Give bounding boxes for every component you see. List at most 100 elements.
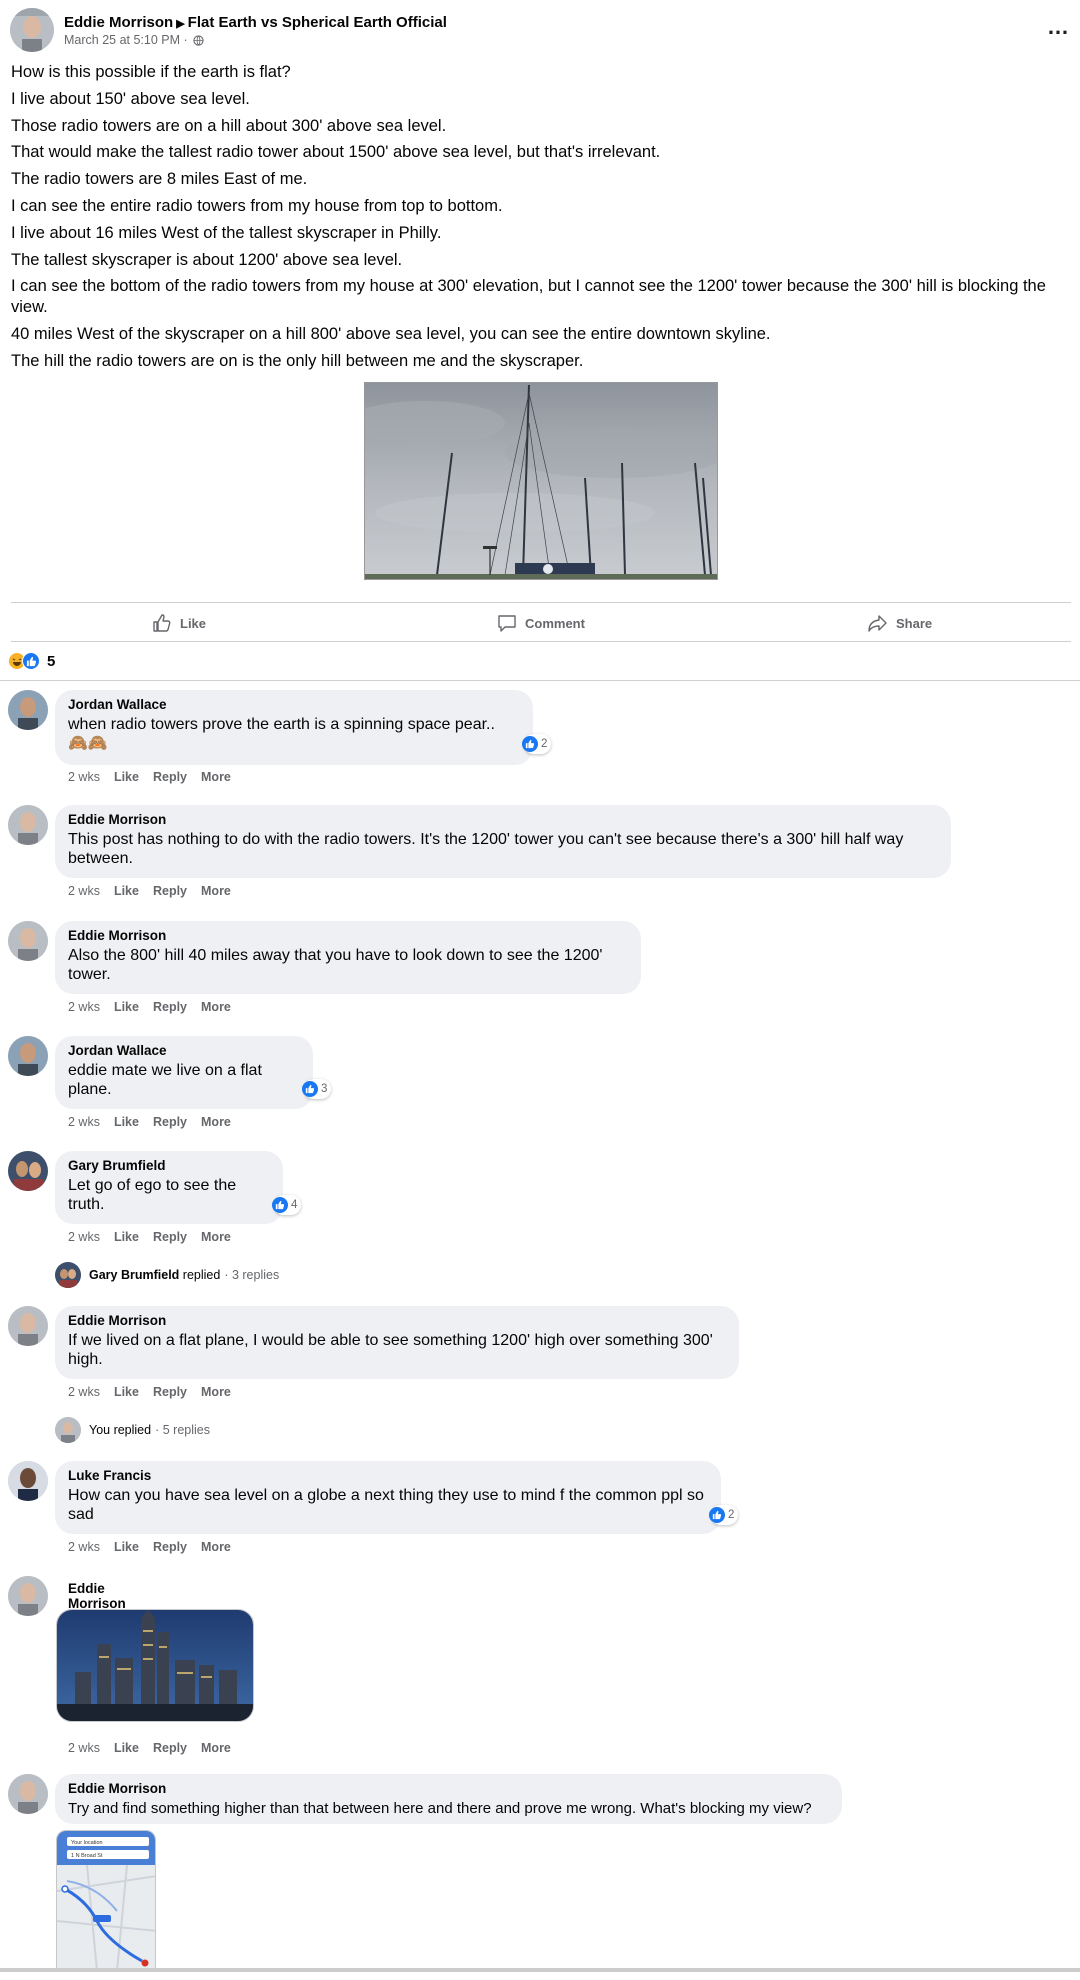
comment-like-link[interactable]: Like	[114, 1115, 139, 1129]
post-timestamp-row: March 25 at 5:10 PM ·	[64, 33, 204, 49]
comment-reply-link[interactable]: Reply	[153, 884, 187, 898]
post-body: How is this possible if the earth is fla…	[11, 62, 1061, 378]
comment-reply-link[interactable]: Reply	[153, 1115, 187, 1129]
commenter-avatar[interactable]	[8, 1576, 48, 1616]
comment-more-link[interactable]: More	[201, 1230, 231, 1244]
commenter-name[interactable]: Eddie Morrison	[68, 812, 937, 827]
commenter-name[interactable]: Gary Brumfield	[68, 1158, 269, 1173]
commenter-name[interactable]: Jordan Wallace	[68, 697, 519, 712]
post-paragraph: I can see the entire radio towers from m…	[11, 196, 503, 215]
comment-like-link[interactable]: Like	[114, 1540, 139, 1554]
comment-bubble: Eddie Morrison Also the 800' hill 40 mil…	[55, 921, 641, 994]
commenter-name[interactable]: Jordan Wallace	[68, 1043, 299, 1058]
commenter-name[interactable]: Eddie Morrison	[68, 1581, 126, 1611]
comment-reply-link[interactable]: Reply	[153, 1540, 187, 1554]
comment-more-link[interactable]: More	[201, 1385, 231, 1399]
reactions-summary[interactable]: 5	[8, 651, 55, 671]
comment-time[interactable]: 2 wks	[68, 1230, 100, 1244]
comment-time[interactable]: 2 wks	[68, 1115, 100, 1129]
comment-text: when radio towers prove the earth is a s…	[68, 716, 495, 733]
comment-time[interactable]: 2 wks	[68, 1385, 100, 1399]
comment-button[interactable]: Comment	[497, 613, 585, 633]
commenter-name[interactable]: Eddie Morrison	[68, 928, 627, 943]
comment-text: This post has nothing to do with the rad…	[68, 831, 904, 867]
comment-icon	[498, 615, 516, 632]
commenter-avatar[interactable]	[8, 690, 48, 730]
globe-icon	[193, 35, 204, 49]
reply-count: · 3 replies	[224, 1268, 280, 1282]
like-reaction-icon	[272, 1197, 288, 1213]
comment-like-link[interactable]: Like	[114, 770, 139, 784]
post-paragraph: I live about 150' above sea level.	[11, 89, 250, 108]
commenter-avatar[interactable]	[8, 921, 48, 961]
comment-time[interactable]: 2 wks	[68, 1000, 100, 1014]
post-paragraph: Those radio towers are on a hill about 3…	[11, 116, 447, 135]
comment-more-link[interactable]: More	[201, 1741, 231, 1755]
author-name[interactable]: Eddie Morrison	[64, 14, 173, 31]
like-reaction-icon	[709, 1507, 725, 1523]
map-origin-text: Your location	[71, 1840, 103, 1846]
comment-text: If we lived on a flat plane, I would be …	[68, 1332, 713, 1368]
post-paragraph: I can see the bottom of the radio towers…	[11, 277, 1046, 317]
comment-more-link[interactable]: More	[201, 1115, 231, 1129]
commenter-avatar[interactable]	[8, 1036, 48, 1076]
thumbs-up-icon	[153, 614, 171, 632]
share-button[interactable]: Share	[868, 613, 932, 633]
share-icon	[868, 615, 887, 632]
commenter-avatar[interactable]	[8, 1306, 48, 1346]
comment-reaction-badge[interactable]: 2	[522, 734, 552, 754]
skyline-photo[interactable]	[56, 1609, 254, 1722]
comment-like-link[interactable]: Like	[114, 884, 139, 898]
comment-meta: 2 wks Like Reply More	[68, 884, 245, 898]
comment-meta: 2 wks Like Reply More	[68, 770, 245, 784]
comment-more-link[interactable]: More	[201, 1540, 231, 1554]
comment-reply-link[interactable]: Reply	[153, 1000, 187, 1014]
replier-name: Gary Brumfield	[89, 1268, 180, 1282]
comment-reply-link[interactable]: Reply	[153, 1741, 187, 1755]
comment-like-link[interactable]: Like	[114, 1385, 139, 1399]
commenter-avatar[interactable]	[8, 1774, 48, 1814]
comment-bubble: Gary Brumfield Let go of ego to see the …	[55, 1151, 283, 1224]
view-replies-link[interactable]: You replied · 5 replies	[55, 1417, 210, 1443]
comment-bubble: Eddie Morrison If we lived on a flat pla…	[55, 1306, 739, 1379]
commenter-avatar[interactable]	[8, 805, 48, 845]
comment-time[interactable]: 2 wks	[68, 1741, 100, 1755]
reaction-count: 2	[728, 1509, 735, 1521]
comment-text: How can you have sea level on a globe a …	[68, 1487, 704, 1523]
share-label: Share	[896, 615, 933, 631]
comment-like-link[interactable]: Like	[114, 1741, 139, 1755]
post-paragraph: How is this possible if the earth is fla…	[11, 63, 291, 81]
map-screenshot[interactable]: Your location 1 N Broad St	[56, 1830, 156, 1970]
commenter-avatar[interactable]	[8, 1461, 48, 1501]
like-button[interactable]: Like	[152, 613, 206, 633]
post-paragraph: I live about 16 miles West of the talles…	[11, 223, 442, 242]
commenter-name[interactable]: Eddie Morrison	[68, 1313, 725, 1328]
comment-time[interactable]: 2 wks	[68, 770, 100, 784]
comment-meta: 2 wks Like Reply More	[68, 1230, 245, 1244]
comment-more-link[interactable]: More	[201, 884, 231, 898]
comment-reaction-badge[interactable]: 2	[709, 1505, 739, 1525]
post-timestamp[interactable]: March 25 at 5:10 PM	[64, 33, 180, 47]
comment-more-link[interactable]: More	[201, 1000, 231, 1014]
view-replies-link[interactable]: Gary Brumfield replied · 3 replies	[55, 1262, 279, 1288]
group-name[interactable]: Flat Earth vs Spherical Earth Official	[188, 14, 447, 31]
radio-towers-photo[interactable]	[364, 382, 718, 580]
comment-reply-link[interactable]: Reply	[153, 1230, 187, 1244]
reply-count: · 5 replies	[155, 1423, 210, 1437]
commenter-name[interactable]: Luke Francis	[68, 1468, 707, 1483]
comment-reaction-badge[interactable]: 4	[272, 1195, 302, 1215]
author-avatar[interactable]	[10, 8, 54, 52]
comment-meta: 2 wks Like Reply More	[68, 1385, 245, 1399]
comment-like-link[interactable]: Like	[114, 1230, 139, 1244]
more-options-icon[interactable]: …	[1047, 14, 1070, 40]
comment-more-link[interactable]: More	[201, 770, 231, 784]
comment-reply-link[interactable]: Reply	[153, 1385, 187, 1399]
comment-reply-link[interactable]: Reply	[153, 770, 187, 784]
comment-time[interactable]: 2 wks	[68, 884, 100, 898]
comment-like-link[interactable]: Like	[114, 1000, 139, 1014]
commenter-avatar[interactable]	[8, 1151, 48, 1191]
comment-time[interactable]: 2 wks	[68, 1540, 100, 1554]
comment-reaction-badge[interactable]: 3	[302, 1079, 332, 1099]
reaction-count: 2	[541, 738, 548, 750]
commenter-name[interactable]: Eddie Morrison	[68, 1781, 828, 1796]
